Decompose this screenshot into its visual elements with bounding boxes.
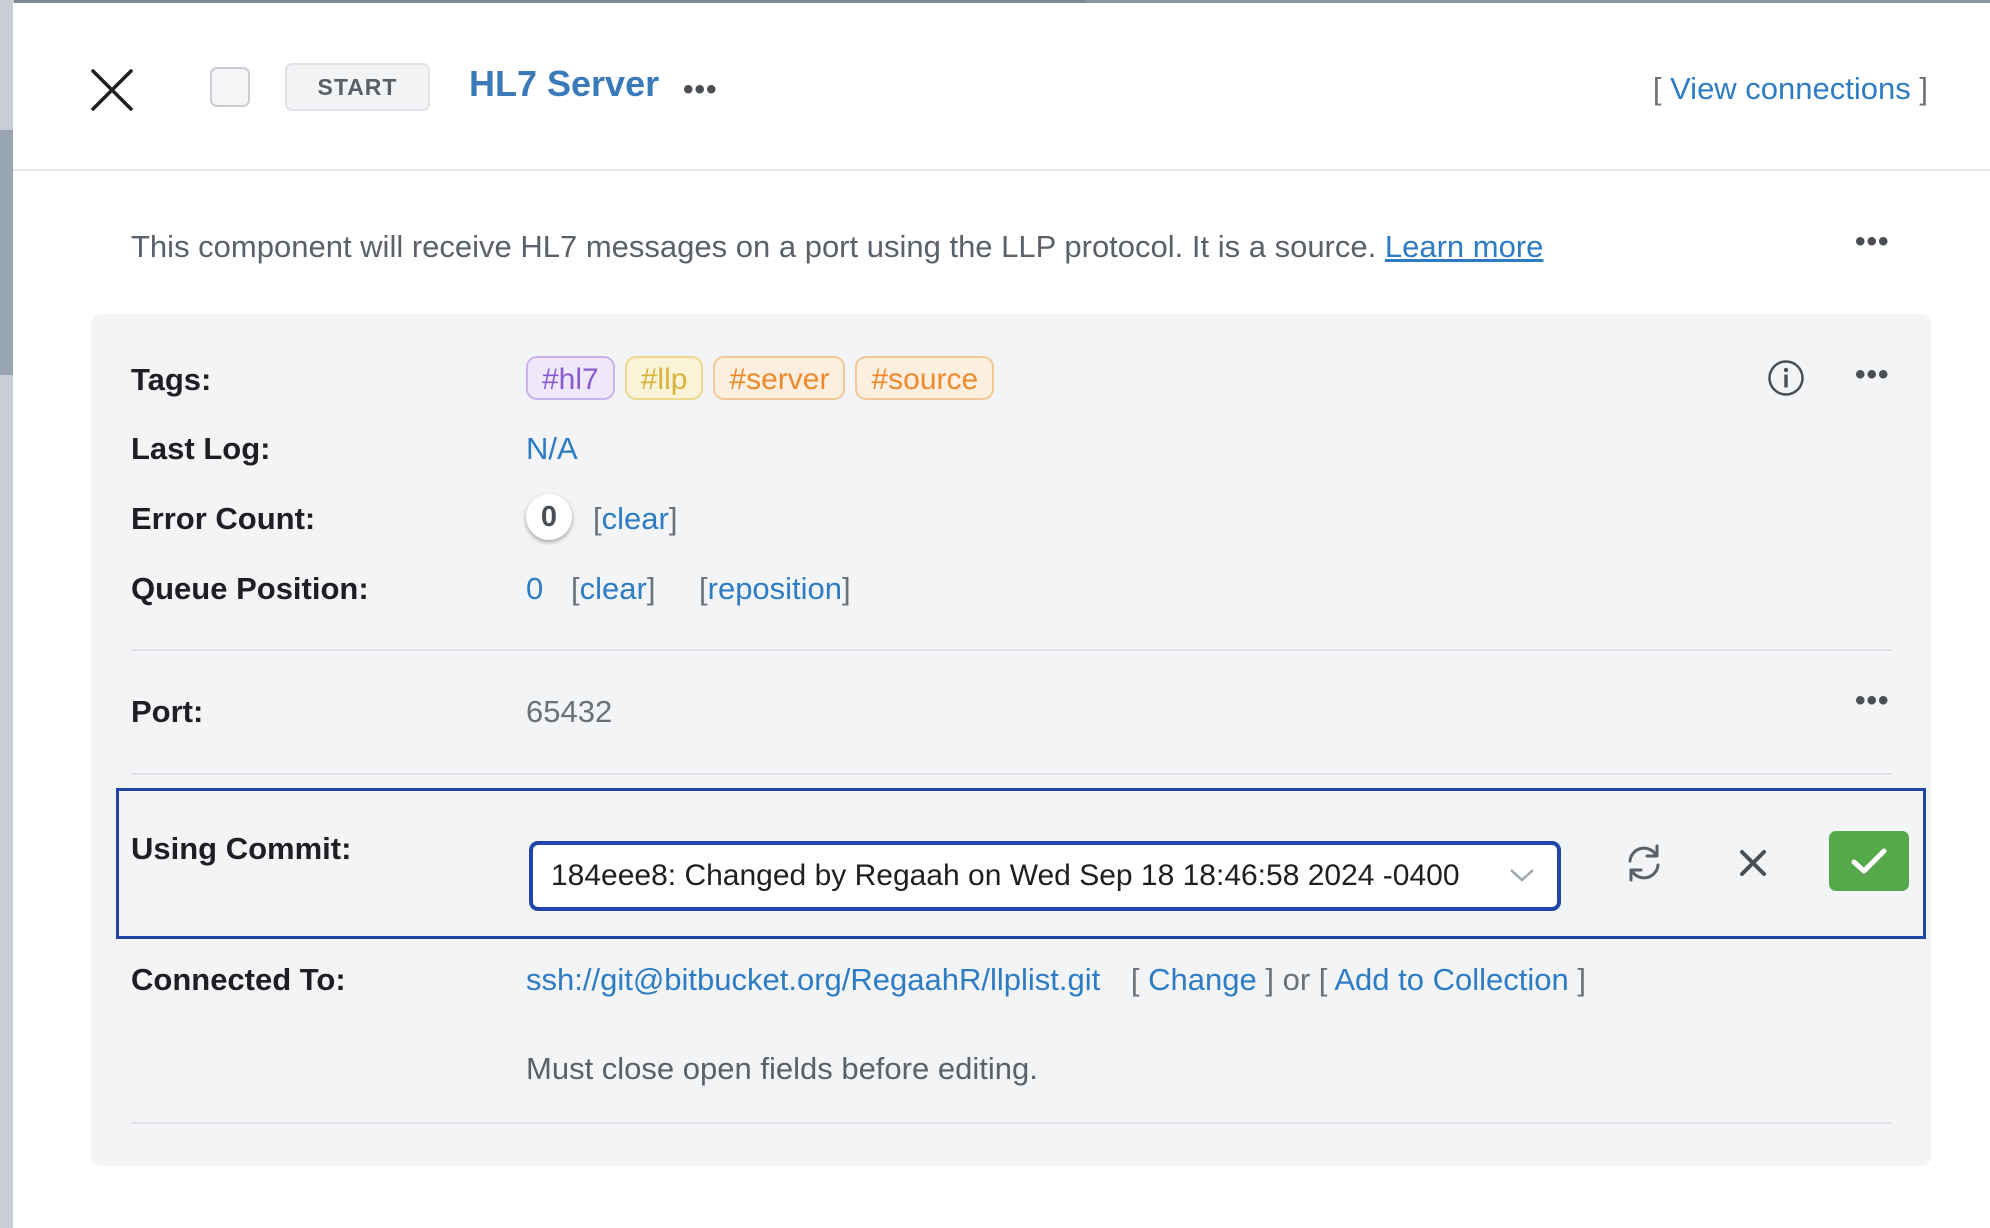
queue-position-value: 0 [526,571,544,606]
error-clear-link[interactable]: clear [602,501,669,536]
port-value[interactable]: 65432 [526,694,612,730]
chevron-down-icon [1510,869,1534,882]
tag-hl7[interactable]: #hl7 [526,356,615,400]
component-title[interactable]: HL7 Server [469,63,659,105]
tag-server[interactable]: #server [713,356,846,400]
error-clear-action: [clear] [593,501,678,536]
bracket-close: ] [1910,71,1928,106]
close-button[interactable] [87,65,137,115]
connected-url-link[interactable]: ssh://git@bitbucket.org/RegaahR/llplist.… [526,962,1100,997]
panel-header: START HL7 Server ••• [ View connections … [13,3,1990,171]
connected-to-label: Connected To: [131,962,346,997]
edit-warning-note: Must close open fields before editing. [526,1051,1038,1086]
change-link[interactable]: Change [1148,962,1257,997]
tags-more-icon[interactable]: ••• [1855,358,1890,392]
commit-select[interactable]: 184eee8: Changed by Regaah on Wed Sep 18… [529,841,1561,911]
title-more-icon[interactable]: ••• [683,73,718,107]
queue-position-label: Queue Position: [131,571,369,606]
port-more-icon[interactable]: ••• [1855,684,1890,718]
connected-to-row: ssh://git@bitbucket.org/RegaahR/llplist.… [526,962,1586,997]
description-text: This component will receive HL7 messages… [131,229,1377,264]
or-text: or [1282,962,1311,997]
port-label: Port: [131,694,204,729]
component-description: This component will receive HL7 messages… [131,229,1543,265]
queue-clear-action: [clear] [571,571,656,606]
x-icon [1740,850,1766,876]
view-connections-label[interactable]: View connections [1670,71,1911,106]
queue-reposition-link[interactable]: reposition [708,571,842,606]
using-commit-editor: Using Commit: 184eee8: Changed by Regaah… [116,788,1926,939]
commit-select-value: 184eee8: Changed by Regaah on Wed Sep 18… [551,859,1460,892]
error-count-label: Error Count: [131,501,316,536]
component-detail-panel: START HL7 Server ••• [ View connections … [13,3,1990,1228]
cancel-button[interactable] [1736,846,1770,880]
queue-reposition-action: [reposition] [699,571,851,606]
add-to-collection-link[interactable]: Add to Collection [1334,962,1568,997]
background-stripe [0,130,14,375]
tags-label: Tags: [131,362,212,397]
last-log-value[interactable]: N/A [526,431,578,467]
start-button[interactable]: START [285,63,430,111]
checkmark-icon [1851,848,1887,874]
error-count-badge: 0 [526,494,572,540]
description-more-icon[interactable]: ••• [1855,225,1890,259]
info-icon[interactable] [1767,359,1805,397]
using-commit-label: Using Commit: [131,831,352,866]
section-divider [131,773,1891,775]
bracket-open: [ [1652,71,1671,106]
refresh-icon [1628,844,1660,882]
properties-card: Tags: #hl7 #llp #server #source ••• Last… [91,314,1931,1166]
queue-clear-link[interactable]: clear [580,571,647,606]
select-checkbox[interactable] [210,67,250,107]
section-divider [131,1122,1891,1124]
close-icon [91,69,133,111]
view-connections-link[interactable]: [ View connections ] [1653,71,1928,107]
learn-more-link[interactable]: Learn more [1385,229,1544,264]
section-divider [131,649,1891,651]
confirm-button[interactable] [1829,831,1909,891]
tag-llp[interactable]: #llp [624,356,704,400]
last-log-label: Last Log: [131,431,271,466]
background-app-edge [0,0,14,1228]
tag-list: #hl7 #llp #server #source [526,356,995,400]
tag-source[interactable]: #source [855,356,995,400]
refresh-button[interactable] [1622,841,1666,885]
